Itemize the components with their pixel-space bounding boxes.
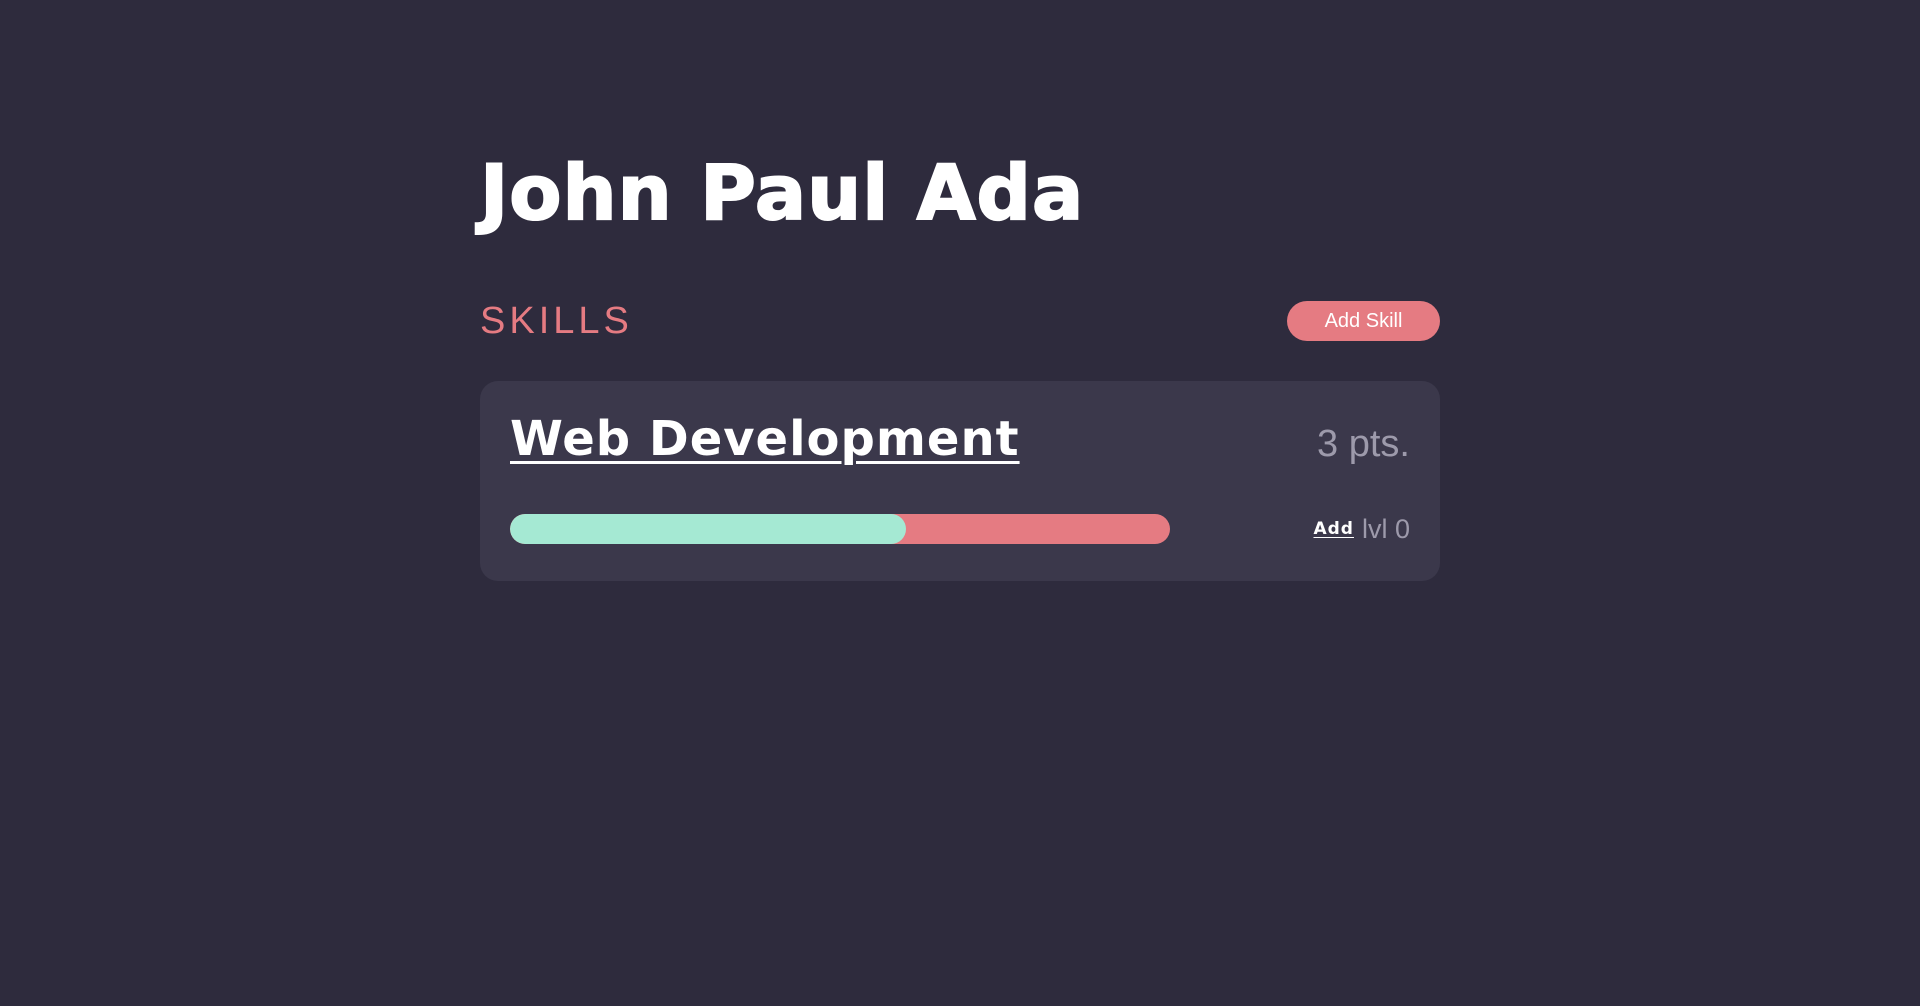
skill-level: lvl 0	[1361, 513, 1410, 544]
skill-progress-bar	[510, 514, 1170, 544]
skill-points: 3 pts.	[1317, 423, 1410, 465]
skill-name-link[interactable]: Web Development	[510, 409, 1020, 469]
profile-name: John Paul Ada	[479, 147, 1085, 238]
level-controls: Add lvl 0	[1313, 511, 1410, 547]
skill-card: Web Development 3 pts. Add lvl 0	[480, 381, 1440, 581]
add-level-link[interactable]: Add	[1313, 519, 1354, 539]
skills-section-title: SKILLS	[480, 300, 633, 342]
add-skill-button[interactable]: Add Skill	[1287, 301, 1440, 341]
skills-header: SKILLS Add Skill	[480, 300, 1440, 342]
skill-progress-fill	[510, 514, 906, 544]
